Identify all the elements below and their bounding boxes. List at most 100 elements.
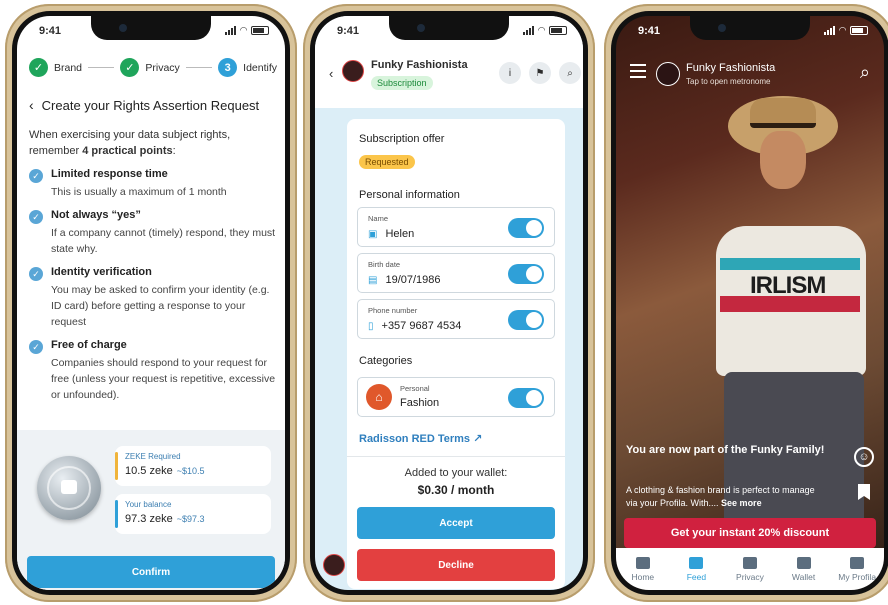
step-label: Brand xyxy=(54,61,83,74)
accept-button[interactable]: Accept xyxy=(357,507,555,539)
shirt-stripe-teal xyxy=(720,258,860,270)
calendar-icon: ▤ xyxy=(368,274,378,286)
stamp-icon[interactable]: ⚑ xyxy=(529,62,551,84)
back-chevron-icon[interactable]: ‹ xyxy=(329,66,333,81)
hat-band-shape xyxy=(750,98,816,128)
point-heading: Identity verification xyxy=(51,266,152,278)
birth-date-field: Birth date ▤ 19/07/1986 xyxy=(357,253,555,293)
point-heading: Limited response time xyxy=(51,168,168,180)
field-value: +357 9687 4534 xyxy=(381,320,462,332)
terms-label: Radisson RED Terms xyxy=(359,433,471,445)
categories-title: Categories xyxy=(359,355,413,367)
category-label: Personal xyxy=(400,384,430,393)
share-phone-toggle[interactable] xyxy=(508,310,544,330)
back-chevron-icon[interactable]: ‹ xyxy=(29,97,34,113)
tab-my-profila[interactable]: My Profila xyxy=(830,548,884,590)
menu-icon[interactable] xyxy=(630,64,646,82)
status-icons: ◠ xyxy=(824,25,868,36)
shield-icon xyxy=(742,556,757,569)
category-value: Fashion xyxy=(400,397,440,409)
signal-icon xyxy=(824,26,836,35)
step-label: Identify xyxy=(243,61,278,74)
tab-label: Feed xyxy=(686,571,707,582)
shirt-print: IRLISM xyxy=(750,272,826,299)
balance-value: 97.3 zeke xyxy=(125,513,173,525)
face-shape xyxy=(760,131,806,189)
notch xyxy=(690,16,810,40)
tab-feed[interactable]: Feed xyxy=(670,548,724,590)
smiley-icon[interactable]: ☺ xyxy=(854,447,874,467)
id-card-icon: ▣ xyxy=(368,228,378,240)
practical-points-list: ✓ Limited response time This is usually a… xyxy=(29,168,277,412)
brand-name: Funky Fashionista xyxy=(371,59,468,71)
point-heading: Free of charge xyxy=(51,339,127,351)
tab-home[interactable]: Home xyxy=(616,548,670,590)
brand-header: ‹ Funky Fashionista Subscription i ⚑ ⌕ xyxy=(315,46,583,108)
intro-bold: 4 practical points xyxy=(82,145,173,157)
hanger-icon: ⌂ xyxy=(366,384,392,410)
name-field: Name ▣ Helen xyxy=(357,207,555,247)
wifi-icon: ◠ xyxy=(240,25,247,35)
payment-panel: ZEKE Required 10.5 zeke ~$10.5 Your balan… xyxy=(17,430,285,590)
tab-label: Wallet xyxy=(791,571,816,582)
step-number: 3 xyxy=(218,58,238,77)
search-icon[interactable]: ⌕ xyxy=(559,62,581,84)
phone-bezel: 9:41 ◠ ‹ Funky Fashionista Subscription … xyxy=(310,11,588,595)
brand-avatar[interactable] xyxy=(656,62,680,86)
info-icon[interactable]: i xyxy=(499,62,521,84)
check-circle-icon: ✓ xyxy=(29,210,43,224)
point-body: Companies should respond to your request… xyxy=(51,357,276,401)
battery-icon xyxy=(251,26,269,35)
tab-privacy[interactable]: Privacy xyxy=(723,548,777,590)
list-item: ✓ Not always “yes” If a company cannot (t… xyxy=(29,209,277,257)
accent-bar xyxy=(115,500,118,528)
step-label: Privacy xyxy=(145,61,180,74)
search-icon[interactable]: ⌕ xyxy=(860,62,870,83)
field-label: Name xyxy=(368,214,389,223)
list-item: ✓ Identity verification You may be asked … xyxy=(29,266,277,330)
check-icon: ✓ xyxy=(29,58,48,77)
zeke-required-card: ZEKE Required 10.5 zeke ~$10.5 xyxy=(115,446,271,486)
step-brand[interactable]: ✓ Brand xyxy=(29,58,82,77)
page-title: Create your Rights Assertion Request xyxy=(41,97,260,113)
share-name-toggle[interactable] xyxy=(508,218,544,238)
feed-header: Funky Fashionista Tap to open metronome … xyxy=(616,50,884,90)
wallet-text: Added to your wallet: xyxy=(404,467,508,479)
phone-number-field: Phone number ▯ +357 9687 4534 xyxy=(357,299,555,339)
point-body: This is usually a maximum of 1 month xyxy=(51,186,227,198)
brand-name: Funky Fashionista xyxy=(686,62,776,74)
field-value: 19/07/1986 xyxy=(385,274,441,286)
share-birth-date-toggle[interactable] xyxy=(508,264,544,284)
tab-label: Home xyxy=(631,571,655,582)
step-privacy[interactable]: ✓ Privacy xyxy=(120,58,180,77)
phone-icon: ▯ xyxy=(368,320,374,332)
tab-wallet[interactable]: Wallet xyxy=(777,548,831,590)
balance-fiat: ~$97.3 xyxy=(176,514,205,524)
decline-button[interactable]: Decline xyxy=(357,549,555,581)
share-fashion-toggle[interactable] xyxy=(508,388,544,408)
wifi-icon: ◠ xyxy=(538,25,545,35)
brand-avatar-mini[interactable] xyxy=(323,554,345,576)
offer-title: Subscription offer xyxy=(359,133,445,145)
step-identify[interactable]: 3 Identify xyxy=(218,58,277,77)
brand-avatar xyxy=(342,60,364,82)
category-fashion-field: ⌂ Personal Fashion xyxy=(357,377,555,417)
discount-cta-button[interactable]: Get your instant 20% discount xyxy=(624,518,876,548)
tab-label: Privacy xyxy=(736,571,764,582)
screen-brand-feed: 9:41 ◠ IRLISM Funky Fashionista Tap to o… xyxy=(616,16,884,590)
field-value: Helen xyxy=(385,228,415,240)
tag-icon xyxy=(689,556,704,569)
confirm-button[interactable]: Confirm xyxy=(27,556,275,588)
battery-icon xyxy=(549,26,567,35)
field-label: Phone number xyxy=(368,306,418,315)
see-more-link[interactable]: See more xyxy=(721,498,762,508)
terms-link[interactable]: Radisson RED Terms ↗ xyxy=(359,432,482,445)
list-item: ✓ Free of charge Companies should respond… xyxy=(29,339,277,403)
accent-bar xyxy=(115,452,118,480)
brand-subtitle[interactable]: Tap to open metronome xyxy=(686,77,771,86)
feed-description: A clothing & fashion brand is perfect to… xyxy=(626,484,826,510)
battery-icon xyxy=(850,26,868,35)
progress-stepper: ✓ Brand ✓ Privacy 3 Identify xyxy=(29,58,277,77)
check-circle-icon: ✓ xyxy=(29,267,43,281)
divider xyxy=(347,456,565,457)
